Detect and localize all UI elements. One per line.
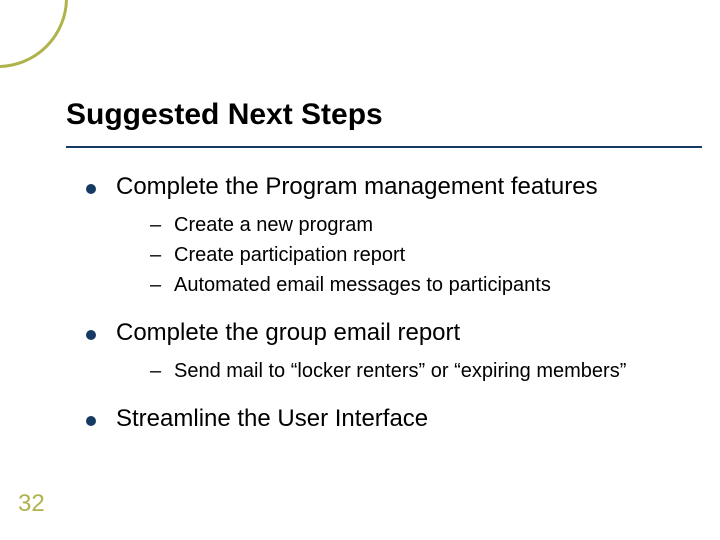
sub-bullet-item: Send mail to “locker renters” or “expiri…: [150, 358, 692, 384]
title-area: Suggested Next Steps: [66, 98, 690, 138]
sub-bullet-text: Create participation report: [174, 244, 405, 266]
title-underline: [66, 146, 702, 148]
slide-title: Suggested Next Steps: [66, 98, 690, 132]
corner-arc-decoration: [0, 0, 68, 68]
bullet-text: Streamline the User Interface: [116, 405, 428, 432]
bullet-item: Complete the Program management features…: [86, 172, 692, 298]
bullet-item: Complete the group email report Send mai…: [86, 318, 692, 384]
bullet-list: Complete the Program management features…: [86, 172, 692, 434]
slide: Suggested Next Steps Complete the Progra…: [0, 0, 720, 540]
bullet-item: Streamline the User Interface: [86, 404, 692, 434]
sub-bullet-item: Create participation report: [150, 242, 692, 268]
sub-bullet-list: Create a new program Create participatio…: [116, 212, 692, 298]
sub-bullet-text: Automated email messages to participants: [174, 274, 551, 296]
sub-bullet-list: Send mail to “locker renters” or “expiri…: [116, 358, 692, 384]
bullet-text: Complete the group email report: [116, 319, 460, 346]
page-number: 32: [18, 490, 45, 518]
content-area: Complete the Program management features…: [86, 172, 692, 440]
sub-bullet-item: Automated email messages to participants: [150, 272, 692, 298]
sub-bullet-text: Send mail to “locker renters” or “expiri…: [174, 360, 626, 382]
sub-bullet-item: Create a new program: [150, 212, 692, 238]
bullet-text: Complete the Program management features: [116, 173, 598, 200]
sub-bullet-text: Create a new program: [174, 214, 373, 236]
